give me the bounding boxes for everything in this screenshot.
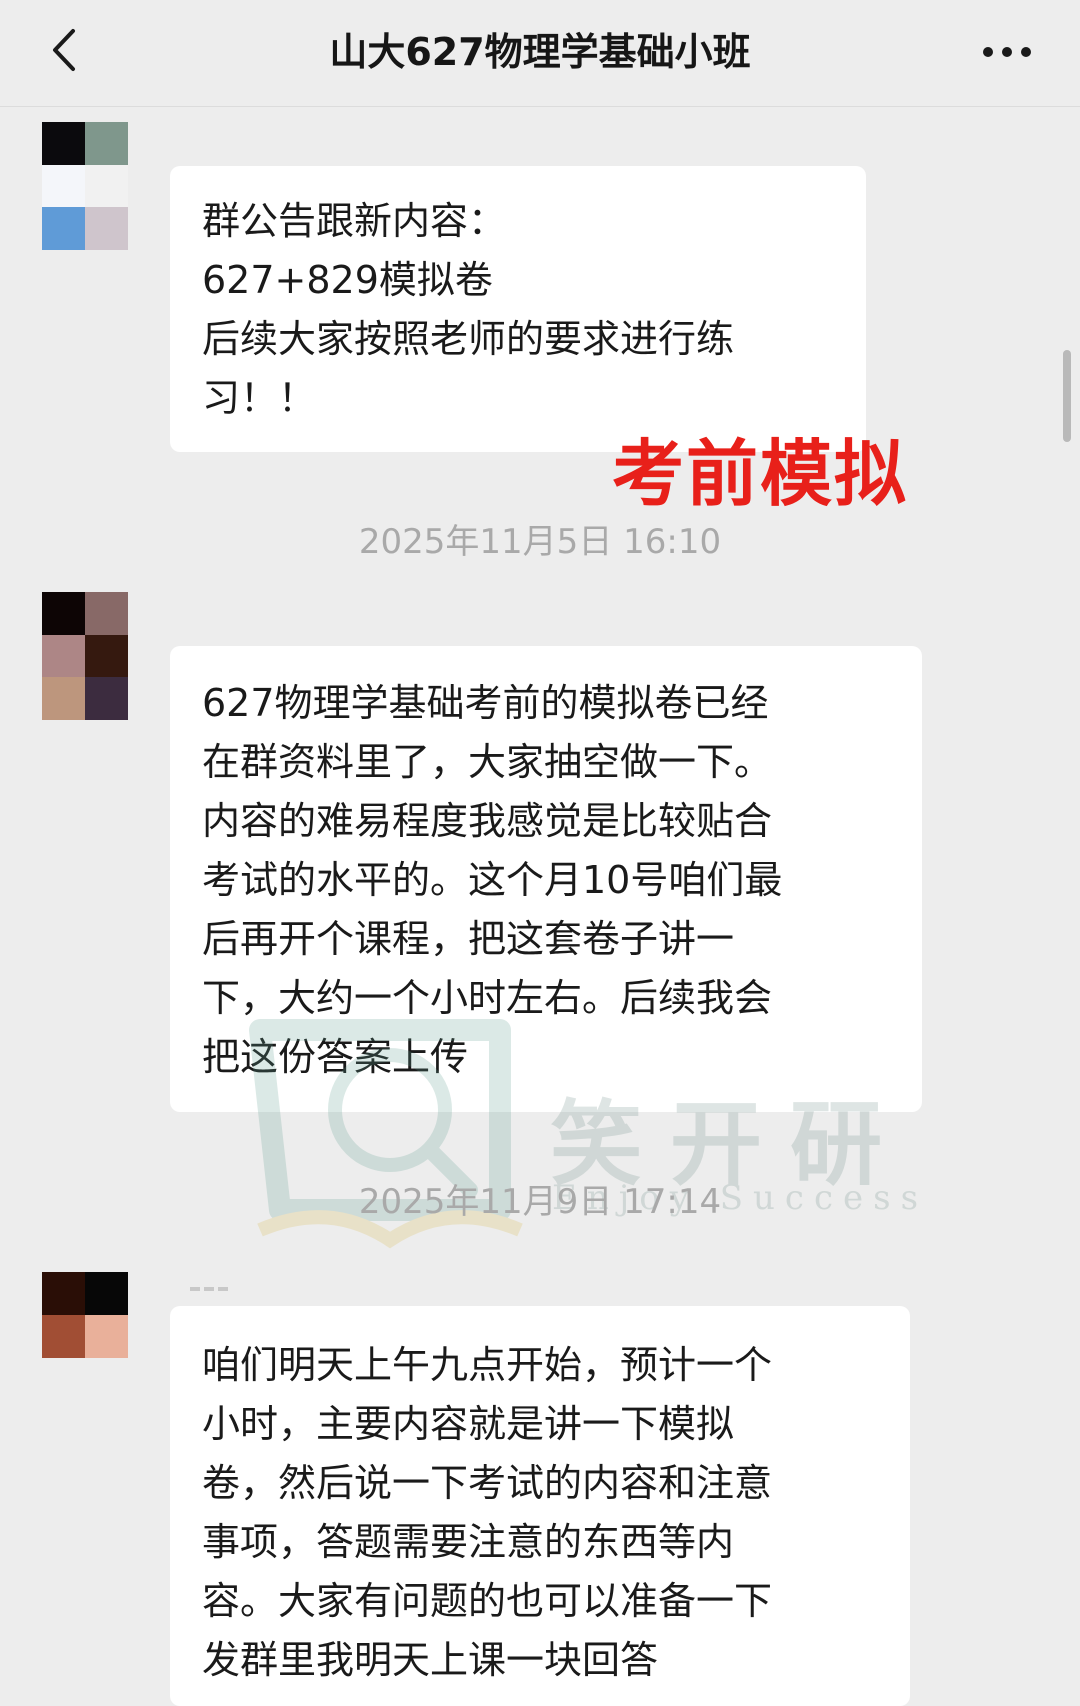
scrollbar[interactable] [1063,350,1071,442]
message-line: 考试的水平的。这个月10号咱们最 [202,858,783,902]
avatar-tile [42,634,85,678]
avatar-tile [85,122,128,165]
back-button[interactable] [40,26,88,78]
message-line: 卷，然后说一下考试的内容和注意 [202,1461,773,1505]
message-line: 群公告跟新内容： [202,199,507,243]
message-line: 后续大家按照老师的要求进行练 [202,317,735,361]
avatar[interactable] [42,1272,128,1358]
message-line: 事项，答题需要注意的东西等内 [202,1520,735,1564]
avatar[interactable] [42,122,128,250]
avatar-tile [42,122,85,165]
sender-name [190,1278,242,1291]
avatar-tile [85,592,128,635]
avatar[interactable] [42,592,128,720]
top-bar: 山大627物理学基础小班 [0,0,1080,107]
avatar-tile [42,1315,85,1358]
avatar-tile [42,1272,85,1315]
watermark: 笑开研 Enjoy Success [240,1000,920,1280]
avatar-tile [42,164,85,208]
message-line: 627+829模拟卷 [202,258,493,302]
chevron-left-icon [49,27,79,77]
avatar-tile [85,207,128,250]
message-bubble[interactable]: 群公告跟新内容： 627+829模拟卷 后续大家按照老师的要求进行练 习！！ [170,166,866,452]
message-line: 627物理学基础考前的模拟卷已经 [202,681,769,725]
message-line: 在群资料里了，大家抽空做一下。 [202,740,773,784]
avatar-tile [42,677,85,720]
message-bubble[interactable]: 咱们明天上午九点开始，预计一个 小时，主要内容就是讲一下模拟 卷，然后说一下考试… [170,1306,910,1706]
annotation-stamp: 考前模拟 [612,432,909,516]
message-line: 内容的难易程度我感觉是比较贴合 [202,799,773,843]
timestamp: 2025年11月5日 16:10 [358,522,722,562]
avatar-tile [42,207,85,250]
more-button[interactable] [972,30,1042,74]
message-line: 发群里我明天上课一块回答 [202,1638,659,1682]
timestamp: 2025年11月9日 17:14 [358,1182,722,1222]
avatar-tile [85,1272,128,1315]
message-line: 习！！ [202,376,317,420]
avatar-tile [85,1315,128,1358]
avatar-tile [85,634,128,678]
chat-title: 山大627物理学基础小班 [329,30,751,74]
message-line: 小时，主要内容就是讲一下模拟 [202,1402,735,1446]
message-line: 容。大家有问题的也可以准备一下 [202,1579,773,1623]
more-dots-icon [982,43,1032,62]
avatar-tile [85,677,128,720]
message-line: 咱们明天上午九点开始，预计一个 [202,1343,773,1387]
message-line: 后再开个课程，把这套卷子讲一 [202,917,735,961]
avatar-tile [42,592,85,635]
avatar-tile [85,164,128,208]
